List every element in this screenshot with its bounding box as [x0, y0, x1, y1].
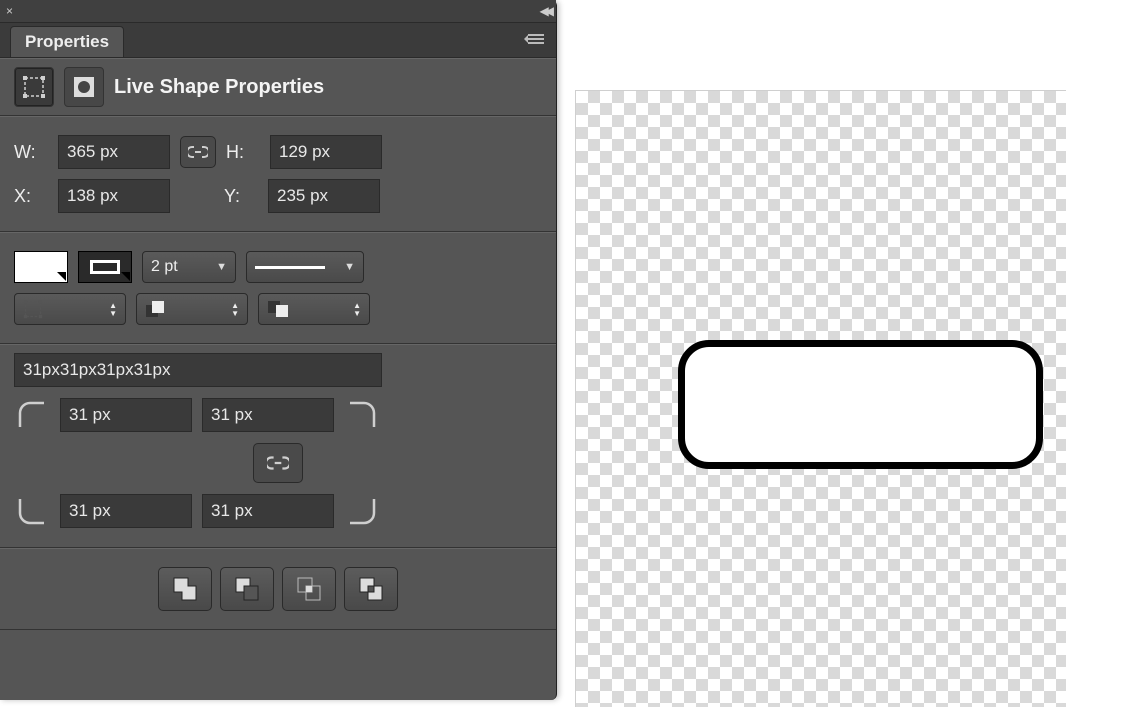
pathop-subtract-icon — [234, 576, 260, 602]
align-edges-combo[interactable]: ▲▼ — [14, 293, 126, 325]
corner-summary-input[interactable] — [14, 353, 382, 387]
link-wh-button[interactable] — [180, 136, 216, 168]
section-dimensions: W: H: X: Y: — [0, 116, 556, 232]
stepper-icon: ▲▼ — [231, 302, 239, 317]
pathop-union-button[interactable] — [158, 567, 212, 611]
app-root: × ◀◀ Properties — [0, 0, 1122, 708]
corner-tl-input[interactable] — [60, 398, 192, 432]
pathop-union-icon — [172, 576, 198, 602]
link-icon — [267, 455, 289, 471]
panel-menu-icon[interactable] — [524, 31, 548, 47]
stroke-weight-combo[interactable]: 2 pt ▼ — [142, 251, 236, 283]
section-fill-stroke: 2 pt ▼ ▼ ▲▼ ▲▼ ▲▼ — [0, 232, 556, 344]
y-input[interactable] — [268, 179, 380, 213]
close-icon[interactable]: × — [6, 5, 18, 17]
stroke-style-combo[interactable]: ▼ — [246, 251, 364, 283]
panel-header-bar: × ◀◀ — [0, 0, 556, 23]
width-label: W: — [14, 142, 48, 163]
chevron-down-icon: ▼ — [216, 261, 227, 273]
stroke-swatch[interactable] — [78, 251, 132, 283]
corner-tr-input[interactable] — [202, 398, 334, 432]
stroke-align-icon — [145, 300, 167, 318]
height-label: H: — [226, 142, 260, 163]
section-title: Live Shape Properties — [0, 58, 556, 116]
tab-properties[interactable]: Properties — [10, 26, 124, 57]
live-shape-rect[interactable] — [678, 340, 1043, 469]
pathop-subtract-button[interactable] — [220, 567, 274, 611]
corner-bl-input[interactable] — [60, 494, 192, 528]
link-icon — [188, 145, 208, 159]
properties-panel: × ◀◀ Properties — [0, 0, 557, 700]
corner-bl-icon — [14, 493, 50, 529]
corner-br-input[interactable] — [202, 494, 334, 528]
stroke-caps-combo[interactable]: ▲▼ — [258, 293, 370, 325]
section-corners — [0, 344, 556, 548]
stroke-weight-value: 2 pt — [151, 258, 178, 276]
shape-mode-button[interactable] — [14, 67, 54, 107]
pathop-intersect-button[interactable] — [282, 567, 336, 611]
stroke-sample-icon — [255, 266, 325, 269]
chevron-down-icon: ▼ — [344, 261, 355, 273]
corner-tl-icon — [14, 397, 50, 433]
bounding-box-icon — [23, 299, 43, 319]
pathop-exclude-button[interactable] — [344, 567, 398, 611]
pathop-exclude-icon — [358, 576, 384, 602]
stroke-caps-icon — [267, 300, 289, 318]
fill-swatch[interactable] — [14, 251, 68, 283]
section-heading: Live Shape Properties — [114, 76, 324, 99]
collapse-icon[interactable]: ◀◀ — [540, 4, 550, 18]
bounding-box-icon — [22, 75, 46, 99]
mask-mode-button[interactable] — [64, 67, 104, 107]
canvas-area — [575, 90, 1122, 708]
pathop-intersect-icon — [296, 576, 322, 602]
corner-br-icon — [344, 493, 380, 529]
height-input[interactable] — [270, 135, 382, 169]
stroke-align-combo[interactable]: ▲▼ — [136, 293, 248, 325]
section-pathops — [0, 548, 556, 630]
corner-tr-icon — [344, 397, 380, 433]
panel-tabs: Properties — [0, 23, 556, 58]
link-corners-button[interactable] — [253, 443, 303, 483]
stepper-icon: ▲▼ — [353, 302, 361, 317]
y-label: Y: — [224, 186, 258, 207]
width-input[interactable] — [58, 135, 170, 169]
x-label: X: — [14, 186, 48, 207]
x-input[interactable] — [58, 179, 170, 213]
mask-icon — [72, 75, 96, 99]
stepper-icon: ▲▼ — [109, 302, 117, 317]
